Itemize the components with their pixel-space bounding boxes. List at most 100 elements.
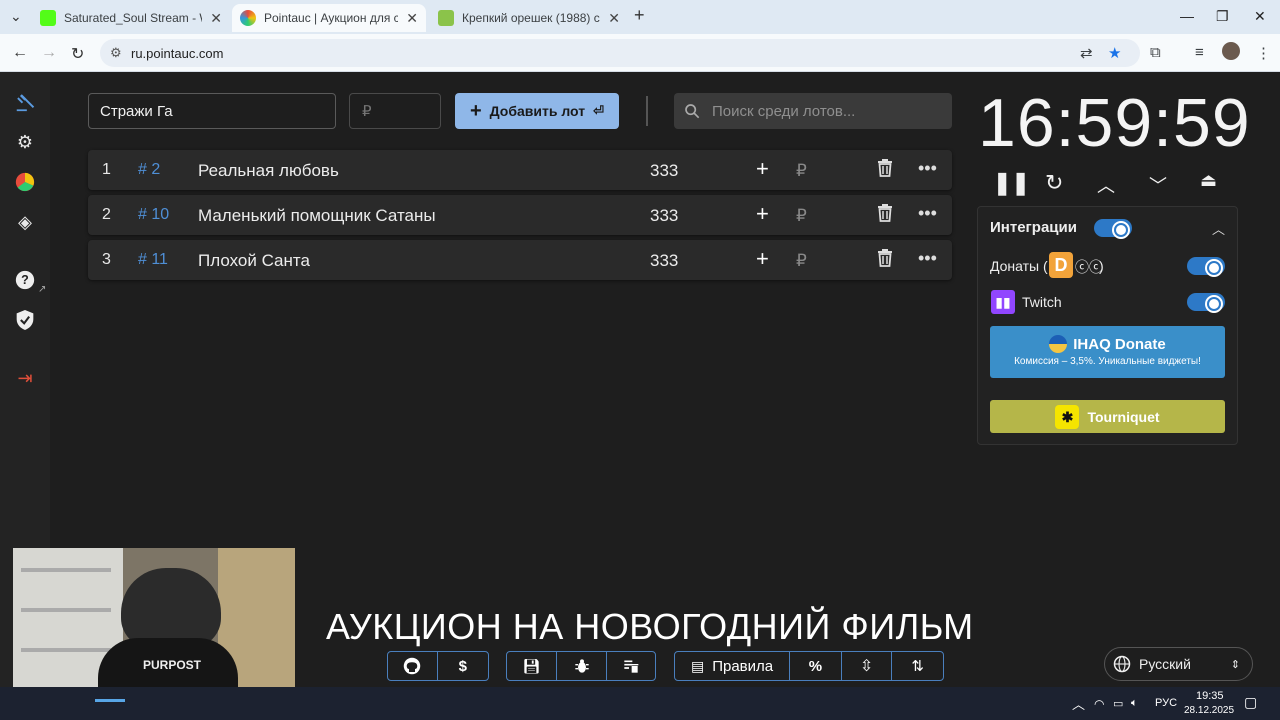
reload-icon[interactable]: ↻ — [71, 44, 84, 64]
delete-trash-icon[interactable] — [877, 159, 893, 182]
pointauc-favicon-icon — [240, 10, 256, 26]
compress-icon[interactable]: ⇳ — [842, 652, 893, 680]
new-tab-icon[interactable]: + — [634, 5, 645, 26]
more-options-icon[interactable]: ••• — [918, 248, 937, 269]
more-options-icon[interactable]: ••• — [918, 203, 937, 224]
tab-title: Крепкий орешек (1988) смотреть — [462, 11, 600, 25]
ruble-icon[interactable]: ₽ — [796, 161, 807, 181]
percent-button[interactable]: % — [790, 652, 842, 680]
add-amount-icon[interactable]: + — [756, 156, 769, 182]
omnibox[interactable]: ⚙ ru.pointauc.com — [100, 39, 1140, 67]
donatepay-logo-icon: D — [1049, 252, 1073, 278]
add-lot-button[interactable]: + Добавить лот ⏎ — [455, 93, 619, 129]
minimize-icon[interactable]: — — [1180, 8, 1194, 24]
reset-timer-icon[interactable]: ↻ — [1045, 170, 1063, 196]
input-language[interactable]: РУС — [1155, 697, 1177, 709]
close-tab-icon[interactable]: ✕ — [210, 10, 222, 27]
sort-icon[interactable]: ⇅ — [892, 652, 943, 680]
tray-chevron-icon[interactable]: ︿ — [1072, 694, 1085, 713]
maximize-icon[interactable]: ❐ — [1216, 8, 1229, 25]
media-control-icon[interactable]: ≡ — [1195, 44, 1204, 61]
donate-dollar-icon[interactable]: $ — [438, 652, 488, 680]
lot-row[interactable]: 2 # 10 Маленький помощник Сатаны 333 + ₽… — [88, 195, 952, 235]
site-info-icon[interactable]: ⚙ — [110, 45, 122, 61]
lot-amount: 333 — [650, 251, 679, 270]
chevron-down-icon[interactable]: ﹀ — [1149, 172, 1167, 198]
lot-row[interactable]: 3 # 11 Плохой Санта 333 + ₽ ••• — [88, 240, 952, 280]
back-icon[interactable]: ← — [12, 44, 28, 62]
profile-avatar[interactable] — [1222, 42, 1240, 60]
help-icon[interactable]: ? — [13, 268, 37, 292]
webcam-overlay: PURPOST — [13, 548, 295, 706]
lot-row[interactable]: 1 # 2 Реальная любовь 333 + ₽ ••• — [88, 150, 952, 190]
bookmark-star-icon[interactable]: ★ — [1108, 44, 1121, 62]
tourniquet-button[interactable]: ✱ Tourniquet — [990, 400, 1225, 433]
add-amount-icon[interactable]: + — [756, 246, 769, 272]
ihaq-donate-button[interactable]: IHAQ Donate Комиссия – 3,5%. Уникальные … — [990, 326, 1225, 378]
pause-icon[interactable]: ❚❚ — [993, 170, 1030, 196]
clock-date[interactable]: 28.12.2025 — [1184, 705, 1234, 716]
clock-time[interactable]: 19:35 — [1196, 690, 1224, 702]
add-amount-icon[interactable]: + — [756, 201, 769, 227]
lot-id[interactable]: # 2 — [138, 161, 160, 179]
lot-title[interactable]: Маленький помощник Сатаны — [198, 206, 436, 226]
delete-trash-icon[interactable] — [877, 204, 893, 227]
translate-icon[interactable]: ⇄ — [1080, 44, 1093, 62]
lot-id[interactable]: # 10 — [138, 206, 169, 224]
url-text: ru.pointauc.com — [131, 46, 224, 61]
lot-id[interactable]: # 11 — [138, 251, 168, 269]
collapse-chevron-icon[interactable]: ︿ — [1212, 219, 1225, 238]
toolbar-divider — [646, 96, 648, 126]
ruble-icon[interactable]: ₽ — [796, 206, 807, 226]
wifi-icon[interactable]: ◠ — [1094, 697, 1104, 711]
delete-trash-icon[interactable] — [877, 249, 893, 272]
donations-label: Донаты ( — [990, 258, 1048, 274]
lot-title[interactable]: Реальная любовь — [198, 161, 339, 181]
layers-icon[interactable]: ◈ — [13, 210, 37, 234]
logout-icon[interactable]: ⇥ — [13, 366, 37, 390]
tab-movie[interactable]: Крепкий орешек (1988) смотреть ✕ — [430, 4, 628, 32]
chevron-up-icon[interactable]: ︿ — [1097, 172, 1115, 198]
settings-gear-icon[interactable]: ⚙ — [13, 130, 37, 154]
search-placeholder: Поиск среди лотов... — [712, 102, 856, 120]
rules-button[interactable]: ▤ Правила — [675, 652, 791, 680]
donations-toggle[interactable] — [1187, 257, 1225, 275]
close-tab-icon[interactable]: ✕ — [608, 10, 620, 27]
links-button-group: $ — [387, 651, 489, 681]
notifications-icon[interactable]: ▢ — [1244, 694, 1257, 711]
extensions-icon[interactable]: ⧉ — [1150, 44, 1161, 61]
tab-pointauc[interactable]: Pointauc | Аукцион для стримеров ✕ — [232, 4, 426, 32]
address-bar-row: ← → ↻ ⚙ ru.pointauc.com ⇄ ★ ⧉ ≡ ⋮ — [0, 34, 1280, 72]
lot-amount-input[interactable] — [349, 93, 441, 129]
double-chevron-up-icon[interactable]: ⏏ — [1200, 170, 1217, 191]
hoodie-print: PURPOST — [143, 658, 202, 672]
lot-search-field[interactable]: Поиск среди лотов... — [674, 93, 952, 129]
volume-icon[interactable]: 🔈︎ — [1131, 697, 1138, 710]
lot-name-input[interactable] — [88, 93, 336, 129]
search-icon — [685, 104, 700, 119]
tab-kick-stream[interactable]: Saturated_Soul Stream - Watch ✕ — [32, 4, 230, 32]
tab-search-icon[interactable]: ⌄ — [10, 8, 22, 25]
forward-icon[interactable]: → — [41, 44, 57, 62]
more-options-icon[interactable]: ••• — [918, 158, 937, 179]
close-tab-icon[interactable]: ✕ — [406, 10, 418, 27]
ruble-icon[interactable]: ₽ — [796, 251, 807, 271]
auction-timer: 16:59:59 — [978, 85, 1251, 161]
integrations-title: Интеграции — [990, 219, 1077, 236]
auction-hammer-icon[interactable] — [13, 90, 37, 114]
wheel-icon[interactable] — [13, 170, 37, 194]
twitch-toggle[interactable] — [1187, 293, 1225, 311]
shield-check-icon[interactable] — [13, 308, 37, 332]
ihaq-logo-icon — [1049, 335, 1068, 353]
github-icon[interactable] — [388, 652, 438, 680]
kick-favicon-icon — [40, 10, 56, 26]
bug-report-icon[interactable] — [557, 652, 607, 680]
battery-icon[interactable]: ▭ — [1113, 697, 1123, 710]
language-select[interactable]: Русский ⇕ — [1104, 647, 1253, 681]
save-icon[interactable]: 💾︎ — [507, 652, 557, 680]
window-close-icon[interactable]: ✕ — [1254, 8, 1266, 25]
browser-menu-icon[interactable]: ⋮ — [1256, 44, 1271, 62]
integrations-toggle[interactable] — [1094, 219, 1132, 237]
clear-all-icon[interactable] — [607, 652, 655, 680]
lot-title[interactable]: Плохой Санта — [198, 251, 310, 271]
